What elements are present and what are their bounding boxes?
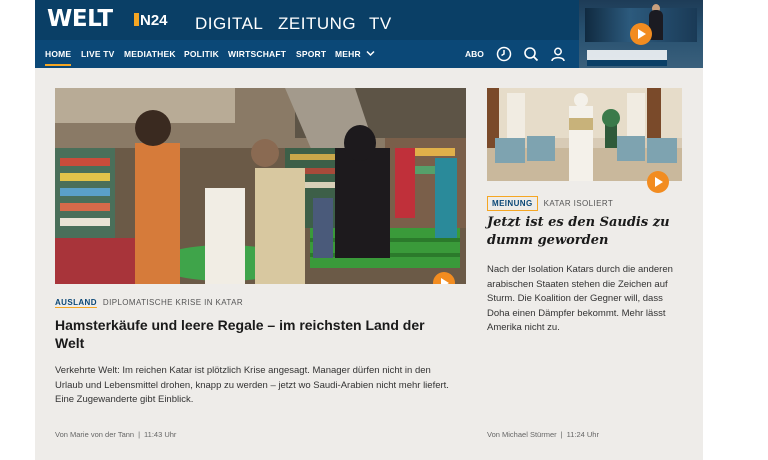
search-icon[interactable]: [523, 46, 539, 62]
nav-home[interactable]: HOME: [45, 49, 72, 66]
nav-live-tv[interactable]: LIVE TV: [81, 49, 115, 59]
nav-mehr[interactable]: MEHR: [335, 49, 375, 59]
kicker-text: KATAR ISOLIERT: [543, 199, 614, 208]
section-zeitung[interactable]: ZEITUNG: [278, 14, 356, 34]
user-icon[interactable]: [550, 46, 566, 62]
category-tag[interactable]: AUSLAND: [55, 298, 97, 307]
welt-logo[interactable]: WELT: [47, 6, 113, 32]
author: Von Marie von der Tann: [55, 430, 135, 439]
nav-politik[interactable]: POLITIK: [184, 49, 219, 59]
palace-photo: [487, 88, 682, 181]
main-article-byline: Von Marie von der Tann | 11:43 Uhr: [55, 430, 176, 439]
opinion-tag[interactable]: MEINUNG: [487, 196, 538, 211]
main-article-teaser[interactable]: Verkehrte Welt: Im reichen Katar ist plö…: [55, 364, 460, 408]
nav-mediathek[interactable]: MEDIATHEK: [124, 49, 176, 59]
play-icon[interactable]: [647, 171, 669, 193]
side-article-title[interactable]: Jetzt ist es den Saudis zu dumm geworden: [487, 214, 677, 250]
page: WELT N24 DIGITAL ZEITUNG TV HOME LIVE TV…: [35, 0, 703, 460]
n24-logo[interactable]: N24: [134, 12, 168, 29]
main-article-kicker: AUSLAND DIPLOMATISCHE KRISE IN KATAR: [55, 298, 243, 307]
side-article-kicker: MEINUNG KATAR ISOLIERT: [487, 196, 613, 211]
separator: |: [138, 430, 141, 439]
nav-mehr-label: MEHR: [335, 49, 361, 59]
main-article-image[interactable]: [55, 88, 466, 284]
main-article-title[interactable]: Hamsterkäufe und leere Regale – im reich…: [55, 316, 455, 352]
lower-third: [587, 50, 667, 60]
lower-third-bar: [587, 60, 667, 66]
supermarket-photo: [55, 88, 466, 284]
publish-time: 11:43 Uhr: [144, 430, 177, 439]
play-icon[interactable]: [630, 23, 652, 45]
clock-icon[interactable]: [496, 46, 512, 62]
section-tv[interactable]: TV: [369, 14, 392, 34]
side-article-teaser[interactable]: Nach der Isolation Katars durch die ande…: [487, 263, 682, 336]
nav-abo[interactable]: ABO: [465, 49, 484, 59]
nav-sport[interactable]: SPORT: [296, 49, 326, 59]
side-article-image[interactable]: [487, 88, 682, 181]
nav-wirtschaft[interactable]: WIRTSCHAFT: [228, 49, 286, 59]
n24-label: N24: [140, 12, 168, 29]
kicker-text: DIPLOMATISCHE KRISE IN KATAR: [102, 298, 244, 307]
publish-time: 11:24 Uhr: [566, 430, 599, 439]
section-digital[interactable]: DIGITAL: [195, 14, 263, 34]
chevron-down-icon: [366, 50, 375, 57]
side-article-byline: Von Michael Stürmer | 11:24 Uhr: [487, 430, 599, 439]
separator: |: [560, 430, 563, 439]
author: Von Michael Stürmer: [487, 430, 557, 439]
live-tv-thumbnail[interactable]: [579, 0, 703, 68]
